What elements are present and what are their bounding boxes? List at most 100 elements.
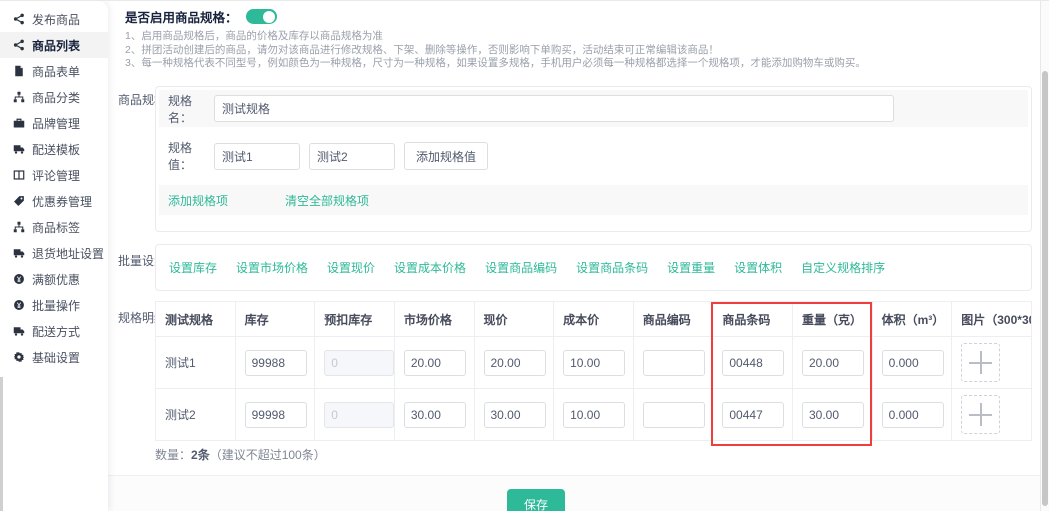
market-input[interactable] — [404, 402, 466, 428]
cell-cost — [554, 337, 634, 389]
reserved-input — [324, 350, 394, 376]
file-icon — [13, 65, 25, 77]
stock-input[interactable] — [245, 402, 307, 428]
column-header: 成本价 — [554, 302, 634, 337]
sidebar-item-product-list[interactable]: 商品列表 — [0, 32, 108, 58]
add-spec-item-link[interactable]: 添加规格项 — [168, 192, 228, 209]
columns-icon — [13, 169, 25, 181]
upload-image-button[interactable] — [961, 343, 1000, 382]
cell-market — [394, 389, 474, 441]
sidebar-item-publish-product[interactable]: 发布商品 — [0, 6, 108, 32]
sidebar-item-delivery-template[interactable]: 配送模板 — [0, 136, 108, 162]
cost-input[interactable] — [563, 350, 625, 376]
cell-code — [633, 389, 713, 441]
add-spec-value-button[interactable]: 添加规格值 — [404, 142, 488, 170]
spec-name-input[interactable] — [214, 95, 894, 122]
sidebar-item-full-discount[interactable]: 满额优惠 — [0, 266, 108, 292]
briefcase-icon — [13, 117, 25, 129]
sidebar-item-delivery-method[interactable]: 配送方式 — [0, 318, 108, 344]
sidebar-item-label: 配送方式 — [32, 323, 80, 340]
batch-setting-link[interactable]: 设置库存 — [169, 259, 217, 276]
batch-setting-link[interactable]: 设置市场价格 — [236, 259, 308, 276]
coin-icon — [13, 273, 25, 285]
truck-icon — [13, 247, 25, 259]
column-header: 库存 — [235, 302, 315, 337]
spec-enable-label: 是否启用商品规格： — [125, 7, 238, 26]
cell-price — [474, 337, 554, 389]
spec-enable-toggle[interactable] — [246, 9, 277, 24]
save-button[interactable]: 保存 — [507, 489, 565, 511]
spec-detail-table-wrap: 测试规格库存预扣库存市场价格现价成本价商品编码商品条码重量（克）体积（m³）图片… — [155, 301, 1032, 441]
batch-setting-link[interactable]: 设置商品编码 — [485, 259, 557, 276]
batch-setting-link[interactable]: 设置重量 — [667, 259, 715, 276]
sidebar-item-label: 发布商品 — [32, 11, 80, 28]
cell-market — [394, 337, 474, 389]
cell-weight — [793, 389, 873, 441]
sidebar-item-product-category[interactable]: 商品分类 — [0, 84, 108, 110]
column-header: 市场价格 — [394, 302, 474, 337]
sidebar-item-brand-management[interactable]: 品牌管理 — [0, 110, 108, 136]
main-content: 是否启用商品规格： 1、启用商品规格后，商品的价格及库存以商品规格为准2、拼团活… — [108, 1, 1049, 511]
volume-input[interactable] — [882, 402, 944, 428]
sidebar-item-label: 商品表单 — [32, 63, 80, 80]
table-header-row: 测试规格库存预扣库存市场价格现价成本价商品编码商品条码重量（克）体积（m³）图片… — [156, 302, 1032, 337]
cell-spec: 测试1 — [156, 337, 236, 389]
batch-setting-link[interactable]: 自定义规格排序 — [801, 259, 885, 276]
sidebar-scrollbar[interactable] — [0, 377, 3, 511]
vertical-scrollbar[interactable] — [1040, 1, 1049, 511]
sidebar-item-review-management[interactable]: 评论管理 — [0, 162, 108, 188]
column-header: 体积（m³） — [872, 302, 952, 337]
clear-all-spec-link[interactable]: 清空全部规格项 — [285, 192, 369, 209]
upload-image-button[interactable] — [961, 395, 1000, 434]
sidebar-item-return-address-settings[interactable]: 退货地址设置 — [0, 240, 108, 266]
spec-value-input[interactable] — [214, 143, 300, 170]
spec-value-input[interactable] — [309, 143, 395, 170]
column-header: 商品编码 — [633, 302, 713, 337]
count-hint: （建议不超过100条） — [210, 448, 326, 462]
weight-input[interactable] — [802, 350, 864, 376]
sidebar-item-product-form[interactable]: 商品表单 — [0, 58, 108, 84]
spec-name-row: 规格名： — [159, 90, 1028, 127]
column-header: 测试规格 — [156, 302, 236, 337]
market-input[interactable] — [404, 350, 466, 376]
batch-setting-link[interactable]: 设置现价 — [327, 259, 375, 276]
weight-input[interactable] — [802, 402, 864, 428]
table-row: 测试1 — [156, 337, 1032, 389]
count-value: 2条 — [191, 448, 210, 462]
sidebar-item-basic-settings[interactable]: 基础设置 — [0, 344, 108, 370]
batch-setting-link[interactable]: 设置商品条码 — [576, 259, 648, 276]
cell-barcode — [713, 337, 793, 389]
barcode-input[interactable] — [722, 350, 784, 376]
price-input[interactable] — [484, 350, 546, 376]
sidebar-item-label: 批量操作 — [32, 297, 80, 314]
cell-reserved — [315, 337, 395, 389]
batch-setting-link[interactable]: 设置成本价格 — [394, 259, 466, 276]
sidebar-item-coupon-management[interactable]: 优惠券管理 — [0, 188, 108, 214]
sidebar-item-product-tags[interactable]: 商品标签 — [0, 214, 108, 240]
spec-name-text: 测试1 — [165, 356, 196, 370]
notices: 1、启用商品规格后，商品的价格及库存以商品规格为准2、拼团活动创建后的商品，请勿… — [125, 30, 866, 71]
code-input[interactable] — [643, 402, 705, 428]
column-header: 现价 — [474, 302, 554, 337]
cell-spec: 测试2 — [156, 389, 236, 441]
count-note: 数量：2条（建议不超过100条） — [155, 446, 326, 463]
column-header: 重量（克） — [793, 302, 873, 337]
barcode-input[interactable] — [722, 402, 784, 428]
stock-input[interactable] — [245, 350, 307, 376]
sidebar-item-label: 退货地址设置 — [32, 245, 104, 262]
batch-setting-link[interactable]: 设置体积 — [734, 259, 782, 276]
cell-code — [633, 337, 713, 389]
spec-name-text: 测试2 — [165, 408, 196, 422]
scrollbar-thumb[interactable] — [1042, 71, 1048, 506]
price-input[interactable] — [484, 402, 546, 428]
cell-image — [952, 337, 1032, 389]
column-header: 预扣库存 — [315, 302, 395, 337]
column-header: 商品条码 — [713, 302, 793, 337]
reserved-input — [324, 402, 394, 428]
volume-input[interactable] — [882, 350, 944, 376]
sidebar-item-batch-operations[interactable]: 批量操作 — [0, 292, 108, 318]
cell-volume — [872, 389, 952, 441]
cost-input[interactable] — [563, 402, 625, 428]
code-input[interactable] — [643, 350, 705, 376]
cell-stock — [235, 337, 315, 389]
